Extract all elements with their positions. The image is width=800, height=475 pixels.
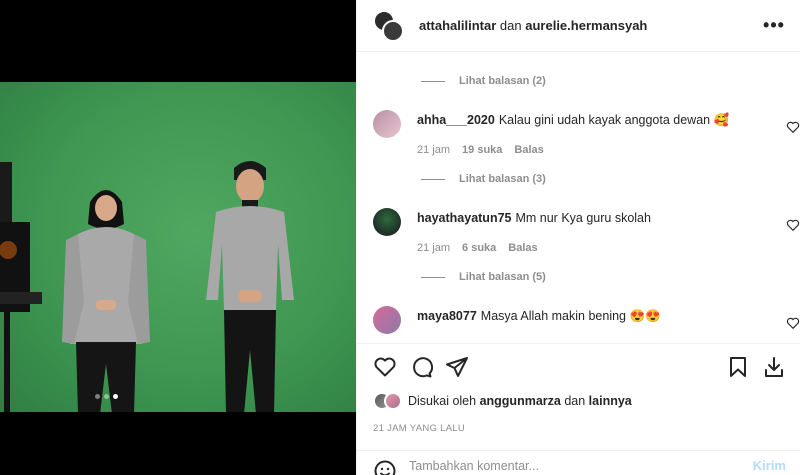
post-comment-button[interactable]: Kirim	[753, 458, 786, 473]
heart-icon[interactable]	[786, 316, 800, 330]
comment-item: hayathayatun75 Mm nur Kya guru skolah 21 …	[373, 208, 800, 268]
liked-by-others[interactable]: lainnya	[589, 394, 632, 408]
comments-list: Lihat balasan (2) ahha___2020 Kalau gini …	[357, 55, 800, 343]
view-replies-label: Lihat balasan (5)	[459, 271, 546, 283]
divider	[421, 276, 445, 278]
post-header: attahalilintar dan aurelie.hermansyah ••…	[357, 0, 800, 52]
divider	[421, 80, 445, 82]
post-side-panel: attahalilintar dan aurelie.hermansyah ••…	[356, 0, 800, 475]
comment-text: ahha___2020 Kalau gini udah kayak anggota…	[417, 112, 760, 128]
comment-meta: 21 jam 19 suka Balas	[417, 144, 544, 156]
avatar[interactable]	[384, 392, 402, 410]
emoji-icon[interactable]	[373, 459, 397, 475]
comment-username[interactable]: hayathayatun75	[417, 211, 511, 225]
heart-icon[interactable]	[786, 218, 800, 232]
heart-icon[interactable]	[786, 120, 800, 134]
comment-time[interactable]: 21 jam	[417, 144, 450, 156]
carousel-dot-active	[113, 394, 118, 399]
like-heart-icon[interactable]	[373, 355, 397, 379]
studio-camera	[0, 162, 42, 412]
add-comment-bar: Kirim	[357, 450, 800, 475]
download-icon[interactable]	[762, 355, 786, 379]
comment-body: Mm nur Kya guru skolah	[515, 211, 651, 225]
view-replies-label: Lihat balasan (3)	[459, 173, 546, 185]
more-options-icon[interactable]: •••	[762, 14, 786, 38]
comment-item: maya8077 Masya Allah makin bening 😍😍	[373, 306, 800, 343]
avatar[interactable]	[382, 19, 404, 42]
avatar[interactable]	[373, 306, 401, 334]
comment-username[interactable]: maya8077	[417, 309, 477, 323]
comment-text: hayathayatun75 Mm nur Kya guru skolah	[417, 210, 760, 226]
woman-figure	[62, 190, 150, 412]
comment-meta: 21 jam 6 suka Balas	[417, 242, 538, 254]
reply-button[interactable]: Balas	[514, 144, 543, 156]
carousel-dots	[95, 394, 118, 399]
reply-button[interactable]: Balas	[508, 242, 537, 254]
liked-by-text: Disukai oleh anggunmarza dan lainnya	[408, 394, 632, 408]
liked-by-user[interactable]: anggunmarza	[480, 394, 561, 408]
bookmark-icon[interactable]	[726, 355, 750, 379]
comment-time[interactable]: 21 jam	[417, 242, 450, 254]
post-actions	[357, 343, 800, 389]
author-conjunction: dan	[499, 18, 522, 33]
share-send-icon[interactable]	[445, 355, 469, 379]
post-media[interactable]	[0, 0, 356, 475]
comment-body: Kalau gini udah kayak anggota dewan 🥰	[498, 113, 730, 127]
view-replies-label: Lihat balasan (2)	[459, 75, 546, 87]
comment-input[interactable]	[409, 458, 753, 473]
man-figure	[206, 161, 294, 412]
avatar[interactable]	[373, 110, 401, 138]
view-replies-button[interactable]: Lihat balasan (3)	[421, 173, 546, 185]
divider	[421, 178, 445, 180]
author-link[interactable]: aurelie.hermansyah	[525, 18, 647, 33]
post-photo	[0, 82, 356, 412]
comment-body: Masya Allah makin bening 😍😍	[480, 309, 661, 323]
author-link[interactable]: attahalilintar	[419, 18, 496, 33]
comment-username[interactable]: ahha___2020	[417, 113, 495, 127]
view-replies-button[interactable]: Lihat balasan (5)	[421, 271, 546, 283]
liked-by-prefix: Disukai oleh	[408, 394, 477, 408]
carousel-dot	[104, 394, 109, 399]
comment-bubble-icon[interactable]	[409, 355, 433, 379]
liked-by-conjunction: dan	[564, 394, 586, 408]
author-avatars[interactable]	[373, 9, 405, 42]
avatar[interactable]	[373, 208, 401, 236]
comment-text: maya8077 Masya Allah makin bening 😍😍	[417, 308, 760, 324]
comment-likes[interactable]: 19 suka	[462, 144, 502, 156]
post-timestamp[interactable]: 21 JAM YANG LALU	[373, 423, 465, 434]
comment-likes[interactable]: 6 suka	[462, 242, 496, 254]
post-authors: attahalilintar dan aurelie.hermansyah	[419, 18, 762, 33]
comment-item: ahha___2020 Kalau gini udah kayak anggota…	[373, 110, 800, 170]
view-replies-button[interactable]: Lihat balasan (2)	[421, 75, 546, 87]
carousel-dot	[95, 394, 100, 399]
liked-by: Disukai oleh anggunmarza dan lainnya	[373, 392, 632, 410]
